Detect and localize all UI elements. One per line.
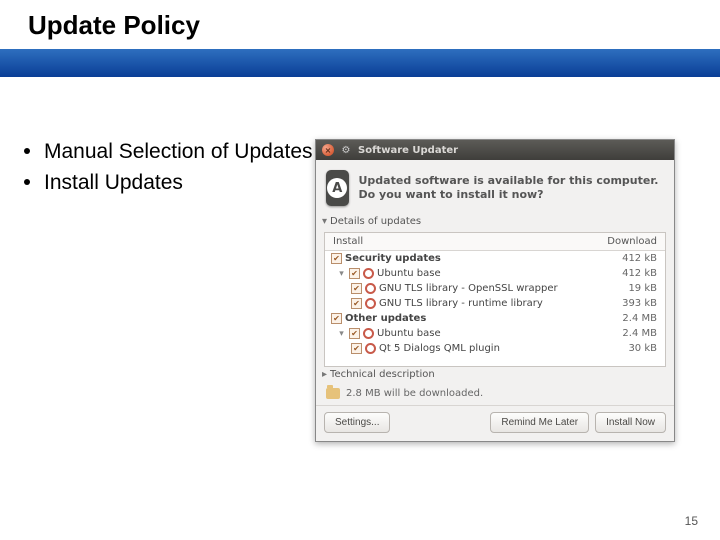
details-toggle[interactable]: Details of updates — [316, 214, 674, 229]
group-row-security[interactable]: Security updates 412 kB — [325, 251, 665, 266]
group-label: Other updates — [345, 313, 426, 324]
ubuntu-icon — [365, 298, 376, 309]
bullet-list: Manual Selection of Updates Install Upda… — [0, 139, 315, 442]
window-title: Software Updater — [358, 145, 458, 156]
bullet-text: Manual Selection of Updates — [44, 140, 313, 163]
package-row[interactable]: ▾ Ubuntu base 2.4 MB — [325, 326, 665, 341]
checkbox-icon[interactable] — [331, 253, 342, 264]
subpackage-row[interactable]: GNU TLS library - OpenSSL wrapper 19 kB — [325, 281, 665, 296]
ubuntu-icon — [365, 283, 376, 294]
list-header: Install Download — [325, 233, 665, 251]
settings-button[interactable]: Settings... — [324, 412, 390, 433]
bullet-dot-icon — [24, 179, 30, 185]
checkbox-icon[interactable] — [349, 268, 360, 279]
ubuntu-icon — [363, 268, 374, 279]
updates-list[interactable]: Install Download Security updates 412 kB… — [324, 232, 666, 367]
subpackage-size: 19 kB — [628, 283, 657, 294]
technical-toggle[interactable]: Technical description — [316, 367, 674, 382]
chevron-down-icon[interactable]: ▾ — [337, 269, 346, 279]
package-label: Ubuntu base — [377, 328, 441, 339]
checkbox-icon[interactable] — [351, 343, 362, 354]
updater-app-icon: A — [326, 170, 349, 206]
subpackage-row[interactable]: Qt 5 Dialogs QML plugin 30 kB — [325, 341, 665, 356]
checkbox-icon[interactable] — [351, 283, 362, 294]
download-summary-text: 2.8 MB will be downloaded. — [346, 388, 483, 399]
subpackage-label: Qt 5 Dialogs QML plugin — [379, 343, 500, 354]
window-titlebar[interactable]: × ⚙ Software Updater — [316, 140, 674, 160]
subpackage-row[interactable]: GNU TLS library - runtime library 393 kB — [325, 296, 665, 311]
chevron-down-icon[interactable]: ▾ — [337, 329, 346, 339]
checkbox-icon[interactable] — [351, 298, 362, 309]
install-now-button[interactable]: Install Now — [595, 412, 666, 433]
remind-later-button[interactable]: Remind Me Later — [490, 412, 589, 433]
content-area: Manual Selection of Updates Install Upda… — [0, 139, 720, 442]
package-size: 2.4 MB — [622, 328, 657, 339]
title-accent-bar — [0, 49, 720, 77]
dialog-heading-text: Updated software is available for this c… — [359, 174, 665, 203]
group-size: 2.4 MB — [622, 313, 657, 324]
subpackage-size: 393 kB — [622, 298, 657, 309]
details-label: Details of updates — [330, 216, 421, 227]
dialog-button-bar: Settings... Remind Me Later Install Now — [316, 405, 674, 441]
checkbox-icon[interactable] — [331, 313, 342, 324]
bullet-text: Install Updates — [44, 171, 183, 194]
slide-title: Update Policy — [0, 0, 720, 49]
ubuntu-icon — [365, 343, 376, 354]
subpackage-label: GNU TLS library - runtime library — [379, 298, 543, 309]
group-row-other[interactable]: Other updates 2.4 MB — [325, 311, 665, 326]
package-label: Ubuntu base — [377, 268, 441, 279]
technical-label: Technical description — [330, 369, 435, 380]
download-summary: 2.8 MB will be downloaded. — [316, 382, 674, 405]
bullet-item: Install Updates — [22, 170, 315, 197]
folder-icon — [326, 388, 340, 399]
dialog-heading: A Updated software is available for this… — [316, 160, 674, 214]
package-row[interactable]: ▾ Ubuntu base 412 kB — [325, 266, 665, 281]
subpackage-size: 30 kB — [628, 343, 657, 354]
package-size: 412 kB — [622, 268, 657, 279]
bullet-dot-icon — [24, 148, 30, 154]
page-number: 15 — [685, 514, 698, 528]
chevron-right-icon — [322, 369, 327, 380]
col-download: Download — [607, 236, 657, 247]
ubuntu-icon — [363, 328, 374, 339]
app-indicator-icon: ⚙ — [340, 144, 352, 156]
chevron-down-icon — [322, 216, 327, 227]
group-label: Security updates — [345, 253, 441, 264]
close-icon[interactable]: × — [322, 144, 334, 156]
checkbox-icon[interactable] — [349, 328, 360, 339]
bullet-item: Manual Selection of Updates — [22, 139, 315, 166]
col-install: Install — [333, 236, 363, 247]
software-updater-window: × ⚙ Software Updater A Updated software … — [315, 139, 675, 442]
group-size: 412 kB — [622, 253, 657, 264]
subpackage-label: GNU TLS library - OpenSSL wrapper — [379, 283, 558, 294]
